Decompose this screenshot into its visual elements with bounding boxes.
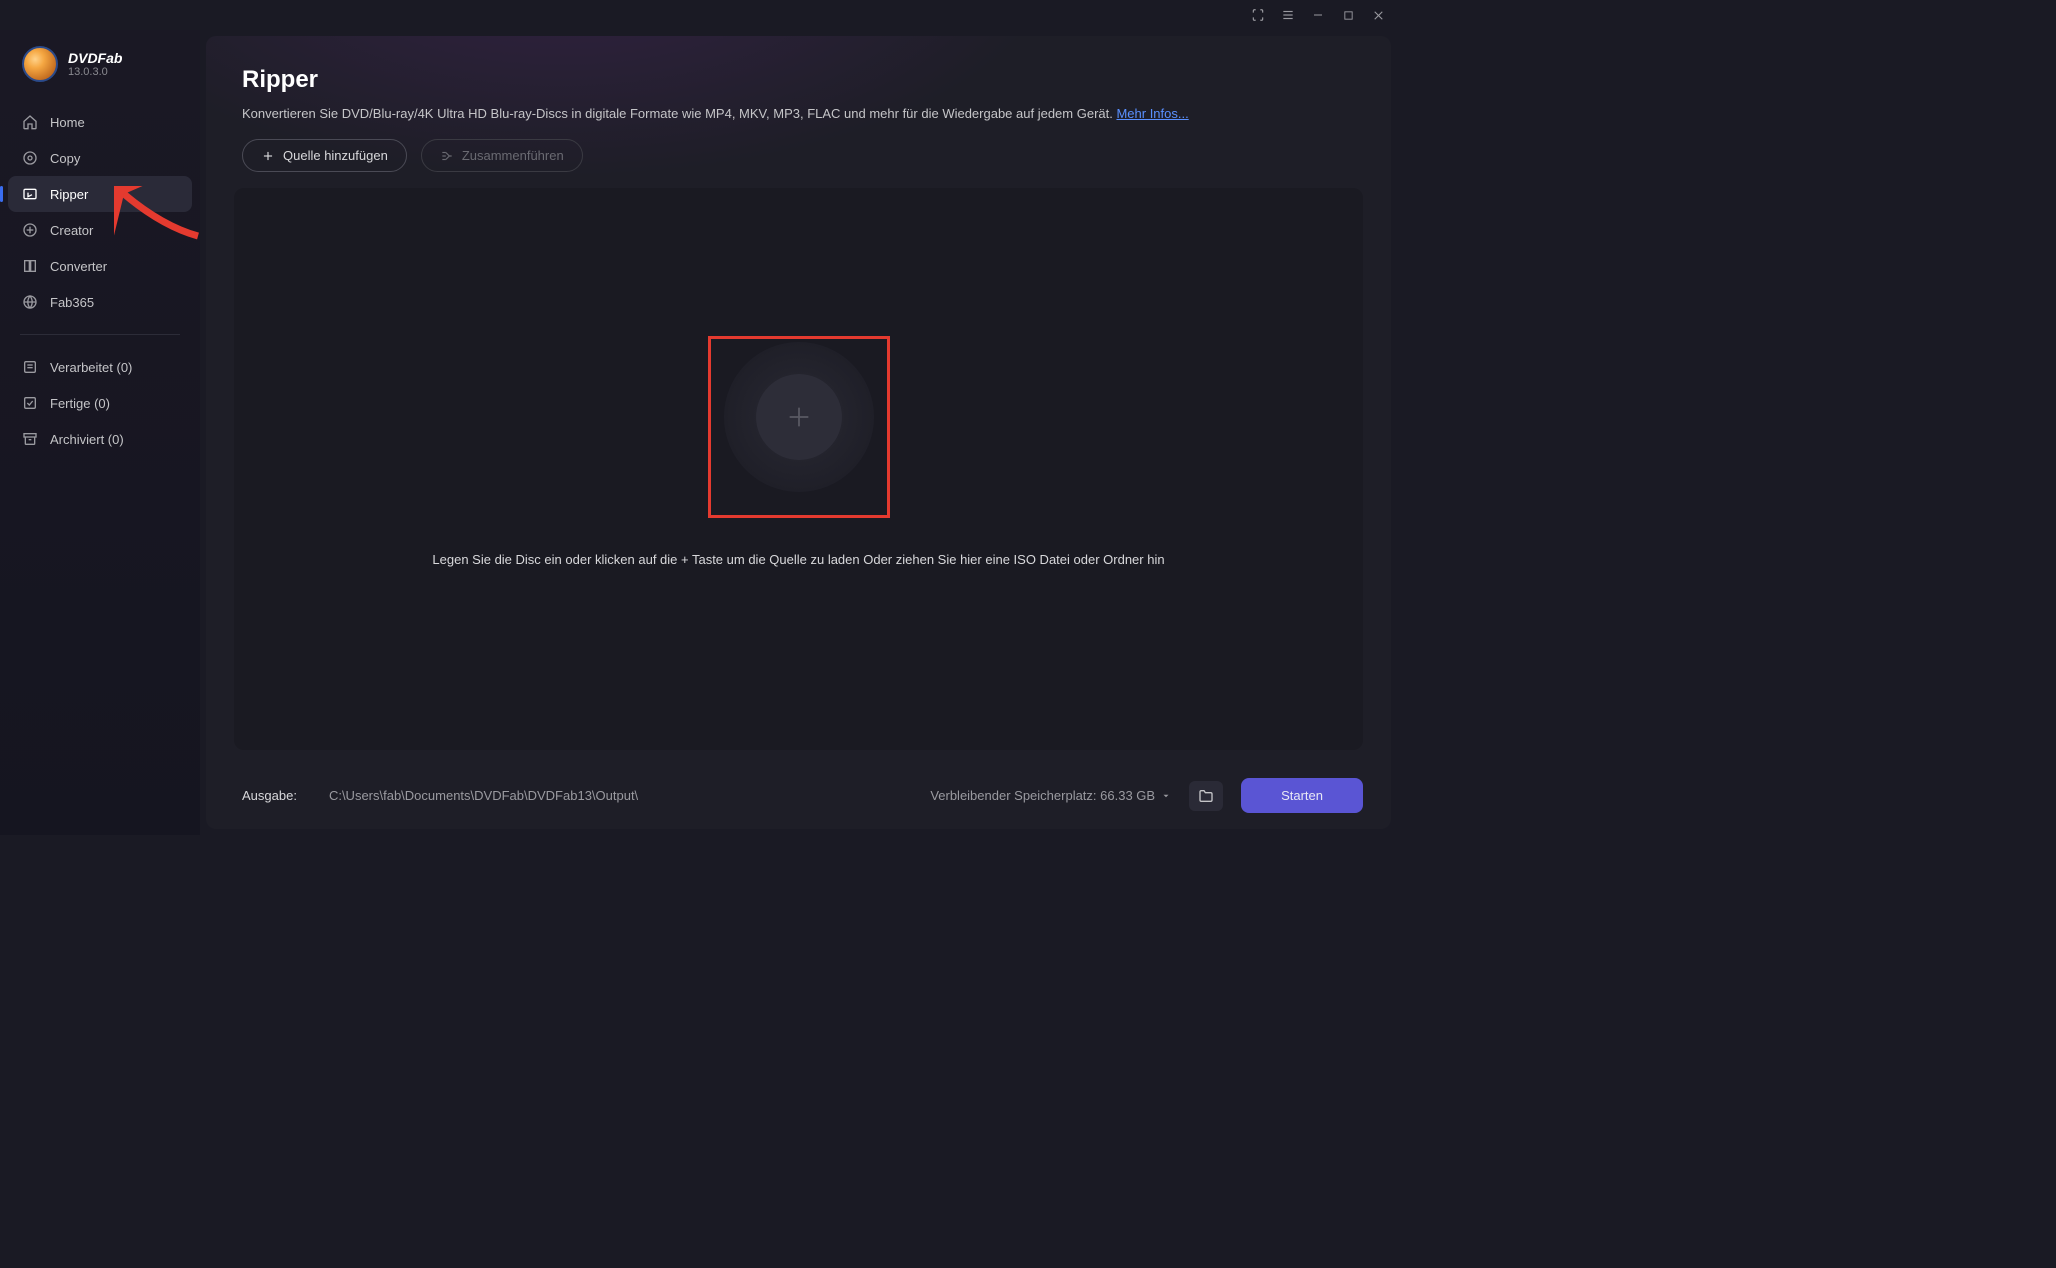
remaining-space-text: Verbleibender Speicherplatz: 66.33 GB <box>930 788 1155 803</box>
brand: DVDFab 13.0.3.0 <box>0 38 200 98</box>
nav-main: Home Copy Ripper Creator <box>0 98 200 326</box>
sidebar-item-finished[interactable]: Fertige (0) <box>8 385 192 421</box>
drop-instructions: Legen Sie die Disc ein oder klicken auf … <box>432 552 1164 567</box>
archived-icon <box>22 431 38 447</box>
plugin-icon[interactable] <box>1251 8 1265 22</box>
sidebar-item-creator[interactable]: Creator <box>8 212 192 248</box>
sidebar-item-ripper[interactable]: Ripper <box>8 176 192 212</box>
sidebar-item-converter[interactable]: Converter <box>8 248 192 284</box>
remaining-space[interactable]: Verbleibender Speicherplatz: 66.33 GB <box>930 788 1171 803</box>
more-info-link[interactable]: Mehr Infos... <box>1116 106 1188 121</box>
drop-zone[interactable]: Legen Sie die Disc ein oder klicken auf … <box>234 188 1363 750</box>
sidebar-item-fab365[interactable]: Fab365 <box>8 284 192 320</box>
folder-icon <box>1198 788 1214 804</box>
output-label: Ausgabe: <box>242 788 297 803</box>
add-source-button[interactable]: Quelle hinzufügen <box>242 139 407 172</box>
toolbar: Quelle hinzufügen Zusammenführen <box>206 139 1391 188</box>
main-header: Ripper Konvertieren Sie DVD/Blu-ray/4K U… <box>206 36 1391 139</box>
plus-icon <box>261 149 275 163</box>
page-description: Konvertieren Sie DVD/Blu-ray/4K Ultra HD… <box>242 106 1355 121</box>
copy-icon <box>22 150 38 166</box>
merge-icon <box>440 149 454 163</box>
sidebar-item-label: Ripper <box>50 187 88 202</box>
sidebar-item-label: Copy <box>50 151 80 166</box>
merge-label: Zusammenführen <box>462 148 564 163</box>
home-icon <box>22 114 38 130</box>
sidebar-item-label: Fab365 <box>50 295 94 310</box>
merge-button[interactable]: Zusammenführen <box>421 139 583 172</box>
menu-icon[interactable] <box>1281 8 1295 22</box>
sidebar-item-label: Verarbeitet (0) <box>50 360 132 375</box>
output-path[interactable]: C:\Users\fab\Documents\DVDFab\DVDFab13\O… <box>315 780 912 811</box>
sidebar-item-home[interactable]: Home <box>8 104 192 140</box>
sidebar-item-label: Home <box>50 115 85 130</box>
nav-queue: Verarbeitet (0) Fertige (0) Archiviert (… <box>0 343 200 463</box>
sidebar-item-processed[interactable]: Verarbeitet (0) <box>8 349 192 385</box>
minimize-icon[interactable] <box>1311 8 1325 22</box>
page-desc-text: Konvertieren Sie DVD/Blu-ray/4K Ultra HD… <box>242 106 1116 121</box>
brand-name: DVDFab <box>68 50 122 66</box>
titlebar <box>0 0 1397 30</box>
sidebar: DVDFab 13.0.3.0 Home Copy Rip <box>0 30 200 835</box>
footer: Ausgabe: C:\Users\fab\Documents\DVDFab\D… <box>206 764 1391 829</box>
sidebar-item-label: Archiviert (0) <box>50 432 124 447</box>
nav-divider <box>20 334 180 335</box>
start-button[interactable]: Starten <box>1241 778 1363 813</box>
close-icon[interactable] <box>1371 8 1385 22</box>
chevron-down-icon <box>1161 791 1171 801</box>
brand-logo-icon <box>22 46 58 82</box>
sidebar-item-archived[interactable]: Archiviert (0) <box>8 421 192 457</box>
browse-folder-button[interactable] <box>1189 781 1223 811</box>
sidebar-item-label: Converter <box>50 259 107 274</box>
add-source-label: Quelle hinzufügen <box>283 148 388 163</box>
annotation-highlight-box <box>708 336 890 518</box>
fab365-icon <box>22 294 38 310</box>
converter-icon <box>22 258 38 274</box>
main: Ripper Konvertieren Sie DVD/Blu-ray/4K U… <box>206 36 1391 829</box>
sidebar-item-label: Creator <box>50 223 93 238</box>
sidebar-item-label: Fertige (0) <box>50 396 110 411</box>
creator-icon <box>22 222 38 238</box>
sidebar-item-copy[interactable]: Copy <box>8 140 192 176</box>
processed-icon <box>22 359 38 375</box>
page-title: Ripper <box>242 66 1355 94</box>
finished-icon <box>22 395 38 411</box>
brand-version: 13.0.3.0 <box>68 66 122 78</box>
maximize-icon[interactable] <box>1341 8 1355 22</box>
ripper-icon <box>22 186 38 202</box>
